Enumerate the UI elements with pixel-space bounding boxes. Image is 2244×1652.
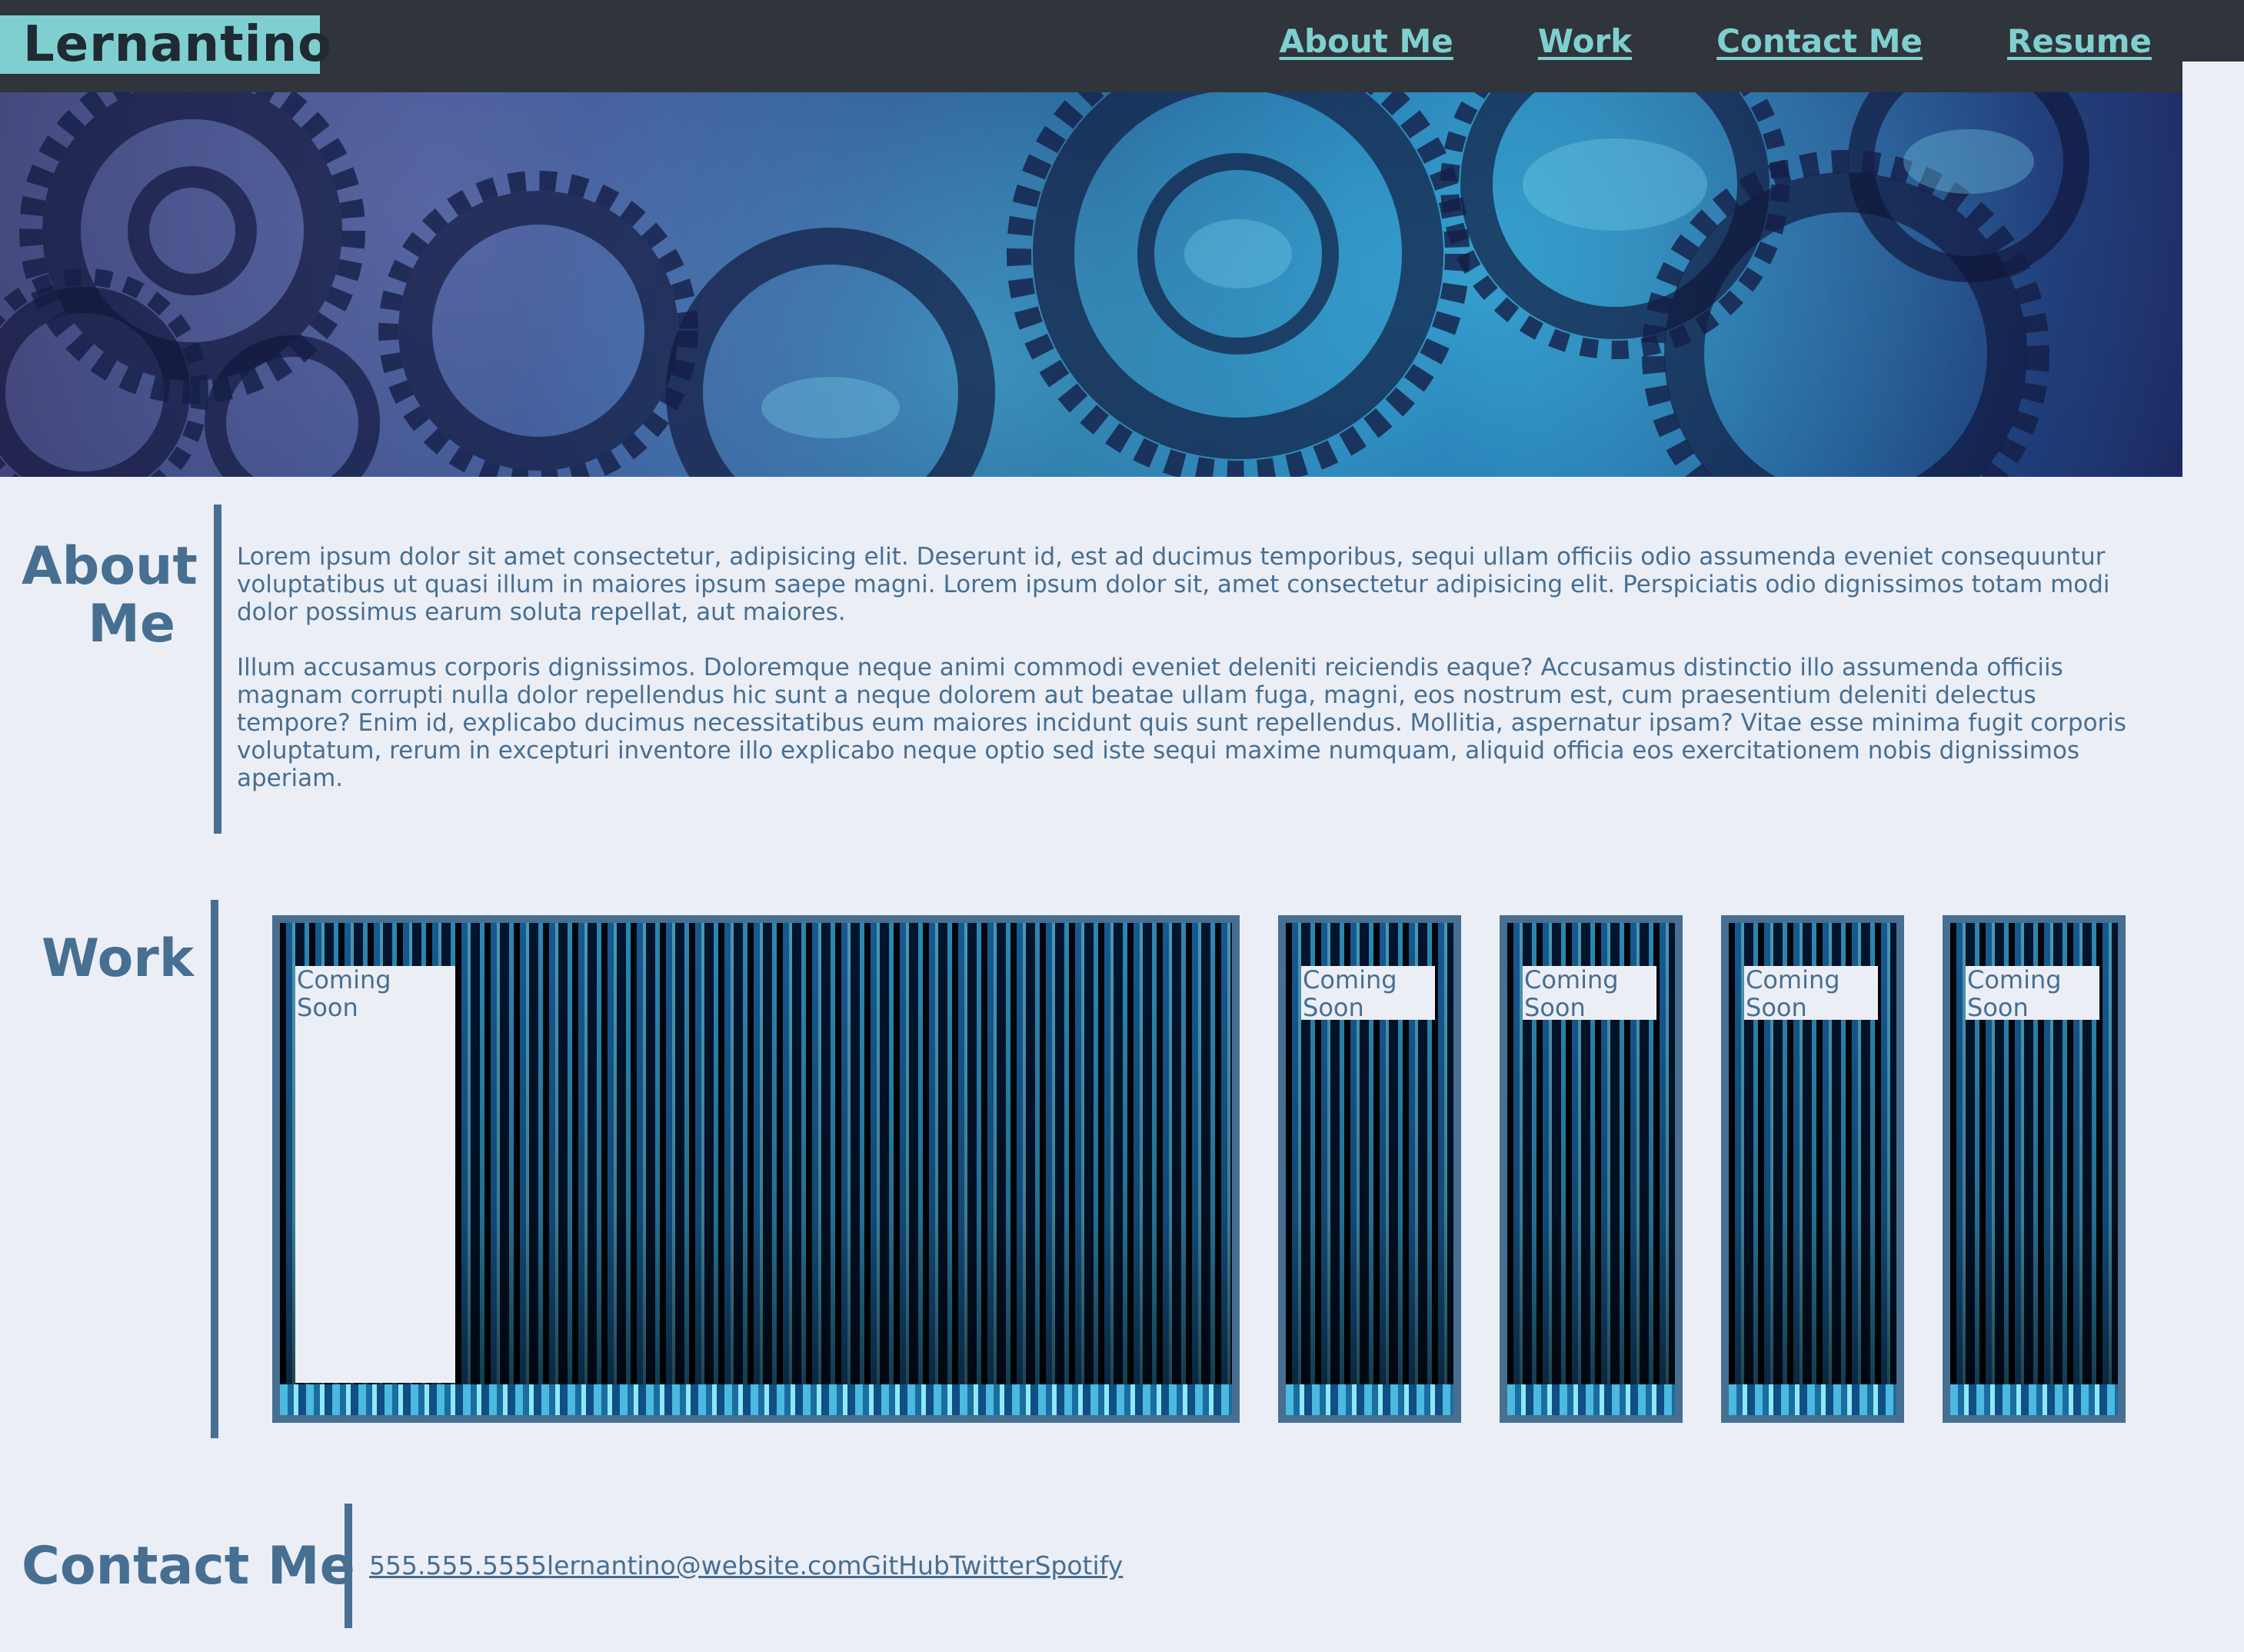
hero-banner-image — [0, 92, 2182, 477]
email-link[interactable]: lernantino@website.com — [547, 1550, 862, 1581]
about-me-divider — [214, 505, 221, 834]
card-image-strip — [1286, 1384, 1453, 1415]
spotify-link[interactable]: Spotify — [1034, 1550, 1123, 1581]
work-card-featured[interactable]: Coming Soon — [272, 915, 1240, 1423]
work-heading: Work — [42, 928, 195, 989]
coming-soon-label: Coming Soon — [1744, 966, 1878, 1021]
coming-soon-label: Coming Soon — [1966, 966, 2099, 1021]
card-image-strip — [1950, 1384, 2118, 1415]
work-card[interactable]: Coming Soon — [1278, 915, 1461, 1423]
github-link[interactable]: GitHub — [861, 1550, 949, 1581]
nav-link-work[interactable]: Work — [1538, 18, 1632, 65]
nav-link-about-me[interactable]: About Me — [1279, 18, 1453, 65]
work-divider — [211, 900, 218, 1438]
coming-soon-label: Coming Soon — [1301, 966, 1435, 1021]
about-paragraph: Lorem ipsum dolor sit amet consectetur, … — [237, 543, 2110, 626]
nav-link-contact-me[interactable]: Contact Me — [1716, 18, 1923, 65]
twitter-link[interactable]: Twitter — [950, 1550, 1035, 1581]
coming-soon-label: Coming Soon — [1523, 966, 1656, 1021]
card-image-strip — [280, 1384, 1232, 1415]
header-corner-gap — [2182, 62, 2244, 92]
about-me-content: Lorem ipsum dolor sit amet consectetur, … — [237, 543, 2136, 820]
work-card[interactable]: Coming Soon — [1943, 915, 2126, 1423]
site-logo[interactable]: Lernantino — [0, 15, 331, 74]
nav-link-resume[interactable]: Resume — [2007, 18, 2152, 65]
site-header: Lernantino About Me Work Contact Me Resu… — [0, 0, 2244, 92]
gears-illustration — [0, 92, 2089, 477]
contact-me-heading: Contact Me — [22, 1536, 355, 1597]
work-card[interactable]: Coming Soon — [1500, 915, 1683, 1423]
card-image-strip — [1729, 1384, 1896, 1415]
main-nav: About Me Work Contact Me Resume — [1279, 18, 2152, 65]
card-image-strip — [1507, 1384, 1675, 1415]
contact-me-divider — [345, 1504, 352, 1628]
work-card[interactable]: Coming Soon — [1721, 915, 1904, 1423]
about-me-heading: About Me — [22, 536, 198, 654]
contact-links: 555.555.5555 lernantino@website.com GitH… — [369, 1550, 1123, 1581]
about-paragraph: Illum accusamus corporis dignissimos. Do… — [237, 654, 2127, 792]
phone-link[interactable]: 555.555.5555 — [369, 1550, 547, 1581]
coming-soon-label: Coming Soon — [295, 966, 455, 1383]
